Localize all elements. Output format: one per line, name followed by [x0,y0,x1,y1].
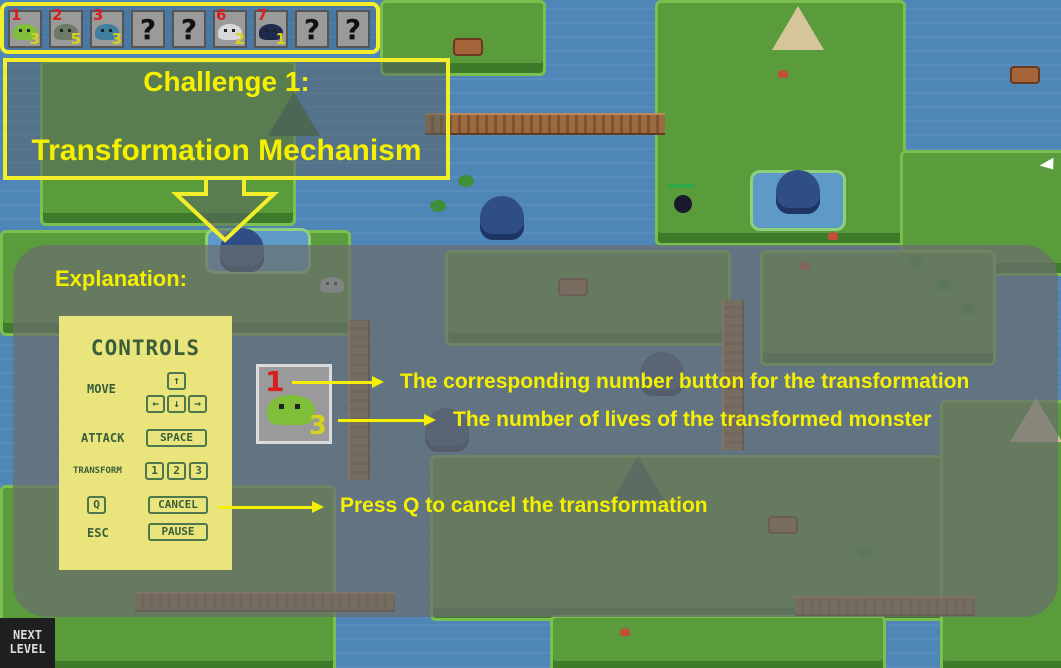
hotbar-slot-5[interactable]: ? [172,10,206,48]
green-slime-icon [267,395,315,425]
next-level-button[interactable]: NEXT LEVEL [0,618,55,668]
number-note: The corresponding number button for the … [400,370,970,393]
esc-label: ESC [87,526,109,540]
transform-key-1: 1 [145,462,164,480]
cancel-note-arrow [218,501,324,513]
locked-question-icon: ? [344,13,362,46]
slot-lives: 2 [234,30,245,48]
down-arrow-callout [170,176,280,243]
octopus-enemy [480,196,524,240]
move-label: MOVE [87,382,116,396]
hotbar-slot-1[interactable]: 1 3 [8,6,42,48]
next-level-label-line2: LEVEL [9,642,46,656]
next-level-label-line1: NEXT [13,628,42,642]
island-bottom [550,615,886,668]
number-note-arrow [292,376,384,388]
lives-note: The number of lives of the transformed m… [453,408,932,431]
hotbar-slot-6[interactable]: 6 2 [213,6,247,48]
lily-pad [458,175,474,187]
hotbar-slot-3[interactable]: 3 3 [90,6,124,48]
hotbar-slot-2[interactable]: 2 5 [49,6,83,48]
transformation-hotbar: 1 3 2 5 3 3 ? ? 6 2 7 1 ? ? [0,2,380,54]
slot-lives: 3 [111,30,122,48]
octopus-enemy [776,170,820,214]
lives-note-arrow [338,414,436,426]
cancel-note: Press Q to cancel the transformation [340,494,708,517]
mushroom [778,70,788,78]
challenge-subtitle: Transformation Mechanism [31,134,422,167]
controls-title: CONTROLS [90,336,201,360]
slot-lives: 1 [275,30,286,48]
locked-question-icon: ? [303,13,321,46]
slot-number: 3 [93,6,104,24]
space-key: SPACE [146,429,207,447]
lily-pad [430,200,446,212]
transform-label: TRANSFORM [73,466,122,476]
transform-key-3: 3 [189,462,208,480]
bridge-top [425,113,665,135]
hotbar-slot-7[interactable]: 7 1 [254,6,288,48]
player-character [674,195,692,213]
hotbar-slot-8[interactable]: ? [295,10,329,48]
player-health-bar [668,184,694,188]
log [453,38,483,56]
arrow-down-key: ↓ [167,395,186,413]
tent-top [772,6,824,50]
explanation-heading: Explanation: [55,266,188,291]
slot-number: 1 [11,6,22,24]
slot-lives: 3 [29,30,40,48]
challenge-title-box: Challenge 1: Transformation Mechanism [3,58,450,180]
q-key: Q [87,496,106,514]
log [1010,66,1040,84]
controls-card: CONTROLS MOVE ↑ ← ↓ → ATTACK SPACE TRANS… [59,316,232,570]
locked-question-icon: ? [139,13,157,46]
locked-question-icon: ? [180,13,198,46]
slot-number: 7 [257,6,268,24]
hotbar-slot-9[interactable]: ? [336,10,370,48]
challenge-title: Challenge 1: [143,66,310,97]
hotbar-slot-4[interactable]: ? [131,10,165,48]
slot-lives: 5 [70,30,81,48]
arrow-up-key: ↑ [167,372,186,390]
slot-number: 2 [52,6,63,24]
example-transformation-slot: 1 3 [256,364,332,444]
attack-label: ATTACK [81,431,125,445]
arrow-right-key: → [188,395,207,413]
slot-number: 6 [216,6,227,24]
arrow-left-key: ← [146,395,165,413]
mushroom [620,628,630,636]
pause-key: PAUSE [148,523,208,541]
cancel-key: CANCEL [148,496,208,514]
example-slot-lives: 3 [308,411,327,441]
mushroom [828,232,838,240]
transform-key-2: 2 [167,462,186,480]
example-slot-number: 1 [265,365,285,398]
